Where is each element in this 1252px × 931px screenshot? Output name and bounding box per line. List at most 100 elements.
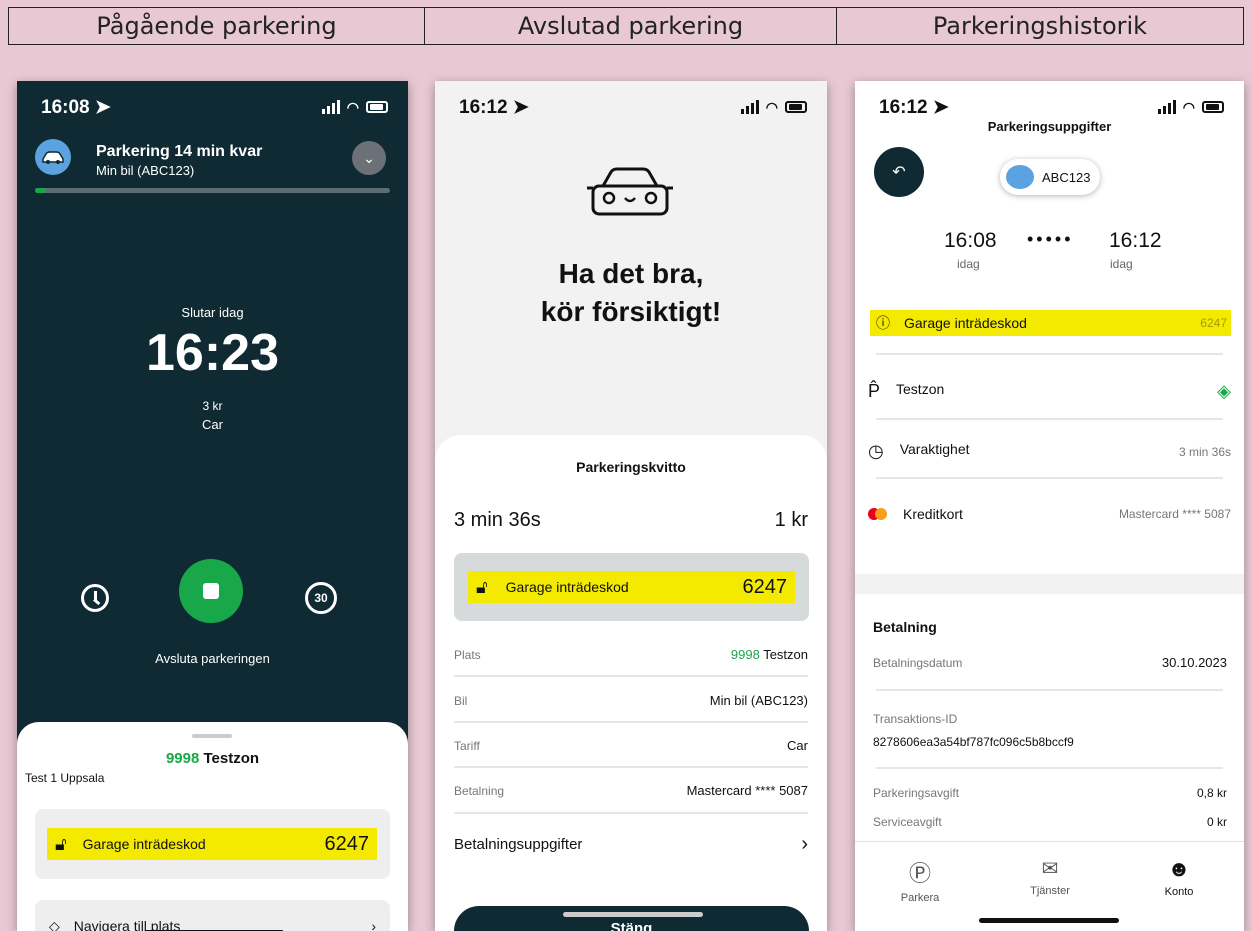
- wifi-icon: ◠: [346, 98, 359, 115]
- divider: [876, 353, 1223, 355]
- tariff-text: Car: [202, 417, 223, 432]
- stop-icon: [203, 583, 219, 599]
- progress-fill: [35, 188, 46, 193]
- farewell-line1: Ha det bra,: [558, 258, 704, 289]
- screen-parking-history: 16:12 ➤ ◠ Parkeringsuppgifter ↶ ABC123 1…: [855, 81, 1244, 931]
- chevron-right-icon: ›: [801, 833, 808, 855]
- chevron-right-icon: ›: [371, 918, 376, 931]
- service-label: Serviceavgift: [873, 815, 942, 829]
- receipt-row-location: Plats 9998 Testzon: [454, 647, 808, 662]
- code-highlight: 🔓︎ Garage inträdeskod 6247: [47, 828, 377, 860]
- code-value: 6247: [1200, 316, 1227, 330]
- home-indicator: [563, 912, 703, 917]
- unlock-icon: 🔓︎: [476, 576, 488, 597]
- duration-value: 3 min 36s: [1178, 444, 1231, 459]
- price-text: 3 kr: [202, 399, 223, 413]
- close-button[interactable]: Stäng: [454, 906, 809, 931]
- tab-konto[interactable]: ☻ Konto: [1144, 856, 1214, 898]
- service-value: 0 kr: [1206, 815, 1227, 829]
- payment-title: Betalning: [873, 619, 937, 635]
- clock-text: 16:12: [459, 96, 508, 118]
- tab-parkera[interactable]: Ⓟ Parkera: [885, 856, 955, 904]
- row-value: Car: [787, 738, 808, 753]
- plate-text: ABC123: [1042, 169, 1091, 185]
- chevron-down-icon: ⌄: [363, 149, 375, 166]
- collapse-button[interactable]: ⌄: [352, 141, 386, 175]
- back-arrow-icon: ↶: [892, 164, 906, 181]
- sheet-handle[interactable]: [192, 734, 232, 738]
- start-day: idag: [957, 257, 980, 271]
- tab-bar: Ⓟ Parkera ✉ Tjänster ☻ Konto: [855, 841, 1244, 931]
- row-label: Plats: [454, 647, 481, 662]
- receipt-row-car: Bil Min bil (ABC123): [454, 693, 808, 708]
- fee-label: Parkeringsavgift: [873, 786, 960, 800]
- paydate-label: Betalningsdatum: [873, 655, 963, 670]
- section-gap: [855, 574, 1244, 594]
- divider: [876, 767, 1223, 769]
- navigate-row[interactable]: ◇ Navigera till plats ›: [35, 900, 390, 931]
- car-icon: [1006, 165, 1034, 189]
- directions-icon[interactable]: ◈: [1217, 381, 1231, 402]
- zone-code: 9998: [730, 647, 760, 662]
- mastercard-icon: [868, 508, 887, 520]
- clock-icon[interactable]: [81, 584, 109, 612]
- navigate-icon: ◇: [49, 918, 60, 931]
- row-label: Betalning: [454, 783, 505, 798]
- signal-icon: [1157, 100, 1176, 114]
- tab-label: Konto: [1164, 886, 1194, 898]
- zone-name: Testzon: [203, 750, 260, 767]
- duration-dots: •••••: [1027, 229, 1074, 249]
- progress-bar: [35, 188, 390, 193]
- card-label: Kreditkort: [903, 506, 963, 522]
- end-time: 16:23: [146, 324, 279, 382]
- header-ongoing: Pågående parkering: [8, 7, 425, 45]
- row-label: Bil: [454, 693, 468, 708]
- ends-label: Slutar idag: [181, 305, 244, 320]
- code-highlight: ⓘ Garage inträdeskod 6247: [870, 310, 1231, 336]
- fee-value: 0,8 kr: [1196, 786, 1227, 800]
- card-row: Kreditkort Mastercard **** 5087: [868, 506, 1231, 522]
- location-arrow-icon: ➤: [94, 96, 111, 118]
- unlock-icon: 🔓︎: [55, 833, 67, 854]
- divider: [454, 721, 808, 723]
- status-bar: 16:12 ➤ ◠: [459, 95, 807, 119]
- stop-label: Avsluta parkeringen: [155, 651, 270, 666]
- code-label: Garage inträdeskod: [505, 579, 629, 595]
- divider: [454, 766, 808, 768]
- header-table: Pågående parkering Avslutad parkering Pa…: [8, 7, 1244, 45]
- code-box: 🔓︎ Garage inträdeskod 6247: [35, 809, 390, 879]
- row-value: Min bil (ABC123): [709, 693, 808, 708]
- plate-chip: ABC123: [1000, 159, 1100, 195]
- stop-parking-button[interactable]: [179, 559, 243, 623]
- back-button[interactable]: ↶: [874, 147, 924, 197]
- clock-text: 16:12: [879, 96, 928, 118]
- parking-p-icon: P̂: [868, 381, 881, 401]
- duration-label: Varaktighet: [899, 441, 970, 457]
- code-label: Garage inträdeskod: [82, 836, 206, 852]
- extend-30-button[interactable]: 30: [305, 582, 337, 614]
- paydate-value: 30.10.2023: [1161, 655, 1227, 670]
- tab-label: Tjänster: [1030, 885, 1070, 897]
- code-value: 6247: [742, 575, 788, 598]
- code-label: Garage inträdeskod: [904, 315, 1027, 331]
- receipt-card: Parkeringskvitto 3 min 36s 1 kr 🔓︎ Garage…: [435, 435, 827, 931]
- clock-icon: ◷: [868, 441, 884, 461]
- tab-tjanster[interactable]: ✉ Tjänster: [1015, 856, 1085, 897]
- zone-sheet: 9998 Testzon Test 1 Uppsala 🔓︎ Garage int…: [17, 722, 408, 931]
- code-value: 6247: [324, 832, 370, 855]
- battery-icon: [1202, 101, 1224, 113]
- parking-title: Parkering 14 min kvar: [96, 143, 263, 160]
- payment-details-row[interactable]: Betalningsuppgifter ›: [454, 833, 808, 856]
- receipt-title: Parkeringskvitto: [576, 459, 686, 475]
- header-history: Parkeringshistorik: [837, 7, 1244, 45]
- row-value: Mastercard **** 5087: [686, 783, 808, 798]
- wifi-icon: ◠: [1182, 98, 1195, 115]
- zone-row[interactable]: P̂ Testzon ◈: [868, 381, 1231, 402]
- account-smiley-icon: ☻: [1167, 856, 1191, 881]
- location-arrow-icon: ➤: [512, 96, 529, 118]
- clock-text: 16:08: [41, 96, 90, 118]
- divider: [876, 418, 1223, 420]
- payment-details-label: Betalningsuppgifter: [454, 836, 583, 853]
- receipt-cost: 1 kr: [774, 509, 808, 531]
- parking-circle-icon: Ⓟ: [908, 861, 931, 886]
